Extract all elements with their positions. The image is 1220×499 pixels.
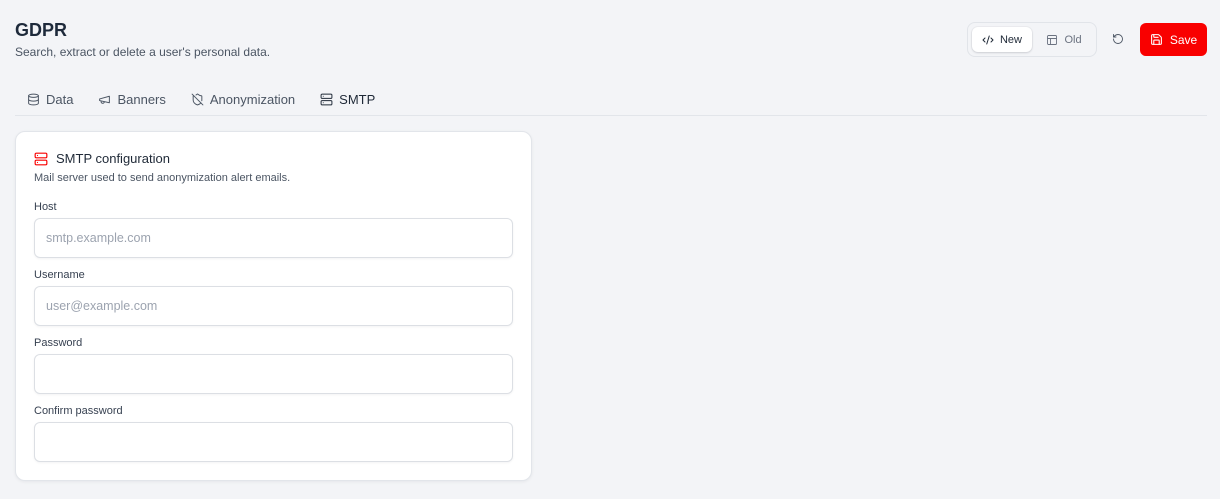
server-icon — [34, 152, 48, 166]
smtp-config-card: SMTP configuration Mail server used to s… — [15, 131, 532, 481]
page-subtitle: Search, extract or delete a user's perso… — [15, 45, 271, 59]
shield-off-icon — [191, 93, 204, 106]
view-toggle-old-label: Old — [1064, 33, 1082, 46]
card-title: SMTP configuration — [56, 151, 170, 166]
megaphone-icon — [98, 93, 111, 106]
rotate-ccw-icon — [1112, 33, 1124, 45]
username-label: Username — [34, 269, 85, 281]
save-button-label: Save — [1169, 32, 1198, 47]
view-toggle: New Old — [967, 22, 1097, 57]
panels-top-left-icon — [1046, 34, 1058, 46]
tab-anonymization[interactable]: Anonymization — [191, 86, 295, 112]
tab-anonymization-label: Anonymization — [209, 91, 296, 107]
save-icon — [1150, 33, 1163, 46]
tab-data-label: Data — [46, 91, 74, 107]
tab-smtp[interactable]: SMTP — [320, 86, 375, 112]
host-field: Host — [34, 200, 513, 258]
password-field: Password — [34, 336, 513, 394]
tab-data[interactable]: Data — [27, 86, 73, 112]
database-icon — [27, 93, 40, 106]
password-input[interactable] — [34, 354, 513, 394]
tab-banners-label: Banners — [117, 91, 166, 107]
reset-button[interactable] — [1108, 29, 1128, 49]
view-toggle-old[interactable]: Old — [1036, 27, 1092, 52]
confirm-password-input[interactable] — [34, 422, 513, 462]
password-label: Password — [34, 337, 83, 349]
page-title: GDPR — [15, 20, 68, 40]
view-toggle-new-label: New — [999, 33, 1022, 46]
code-icon — [982, 34, 994, 46]
host-label: Host — [34, 201, 57, 213]
card-description: Mail server used to send anonymization a… — [34, 172, 291, 184]
username-input[interactable] — [34, 286, 513, 326]
username-field: Username — [34, 268, 513, 326]
confirm-password-label: Confirm password — [34, 405, 123, 417]
tab-bar: Data Banners Anonymization SMTP — [15, 86, 1207, 116]
server-icon — [320, 93, 333, 106]
save-button[interactable]: Save — [1140, 23, 1207, 56]
confirm-password-field: Confirm password — [34, 404, 513, 462]
tab-banners[interactable]: Banners — [98, 86, 166, 112]
card-header: SMTP configuration — [34, 150, 513, 168]
tab-smtp-label: SMTP — [339, 91, 376, 107]
view-toggle-new[interactable]: New — [972, 27, 1032, 52]
host-input[interactable] — [34, 218, 513, 258]
